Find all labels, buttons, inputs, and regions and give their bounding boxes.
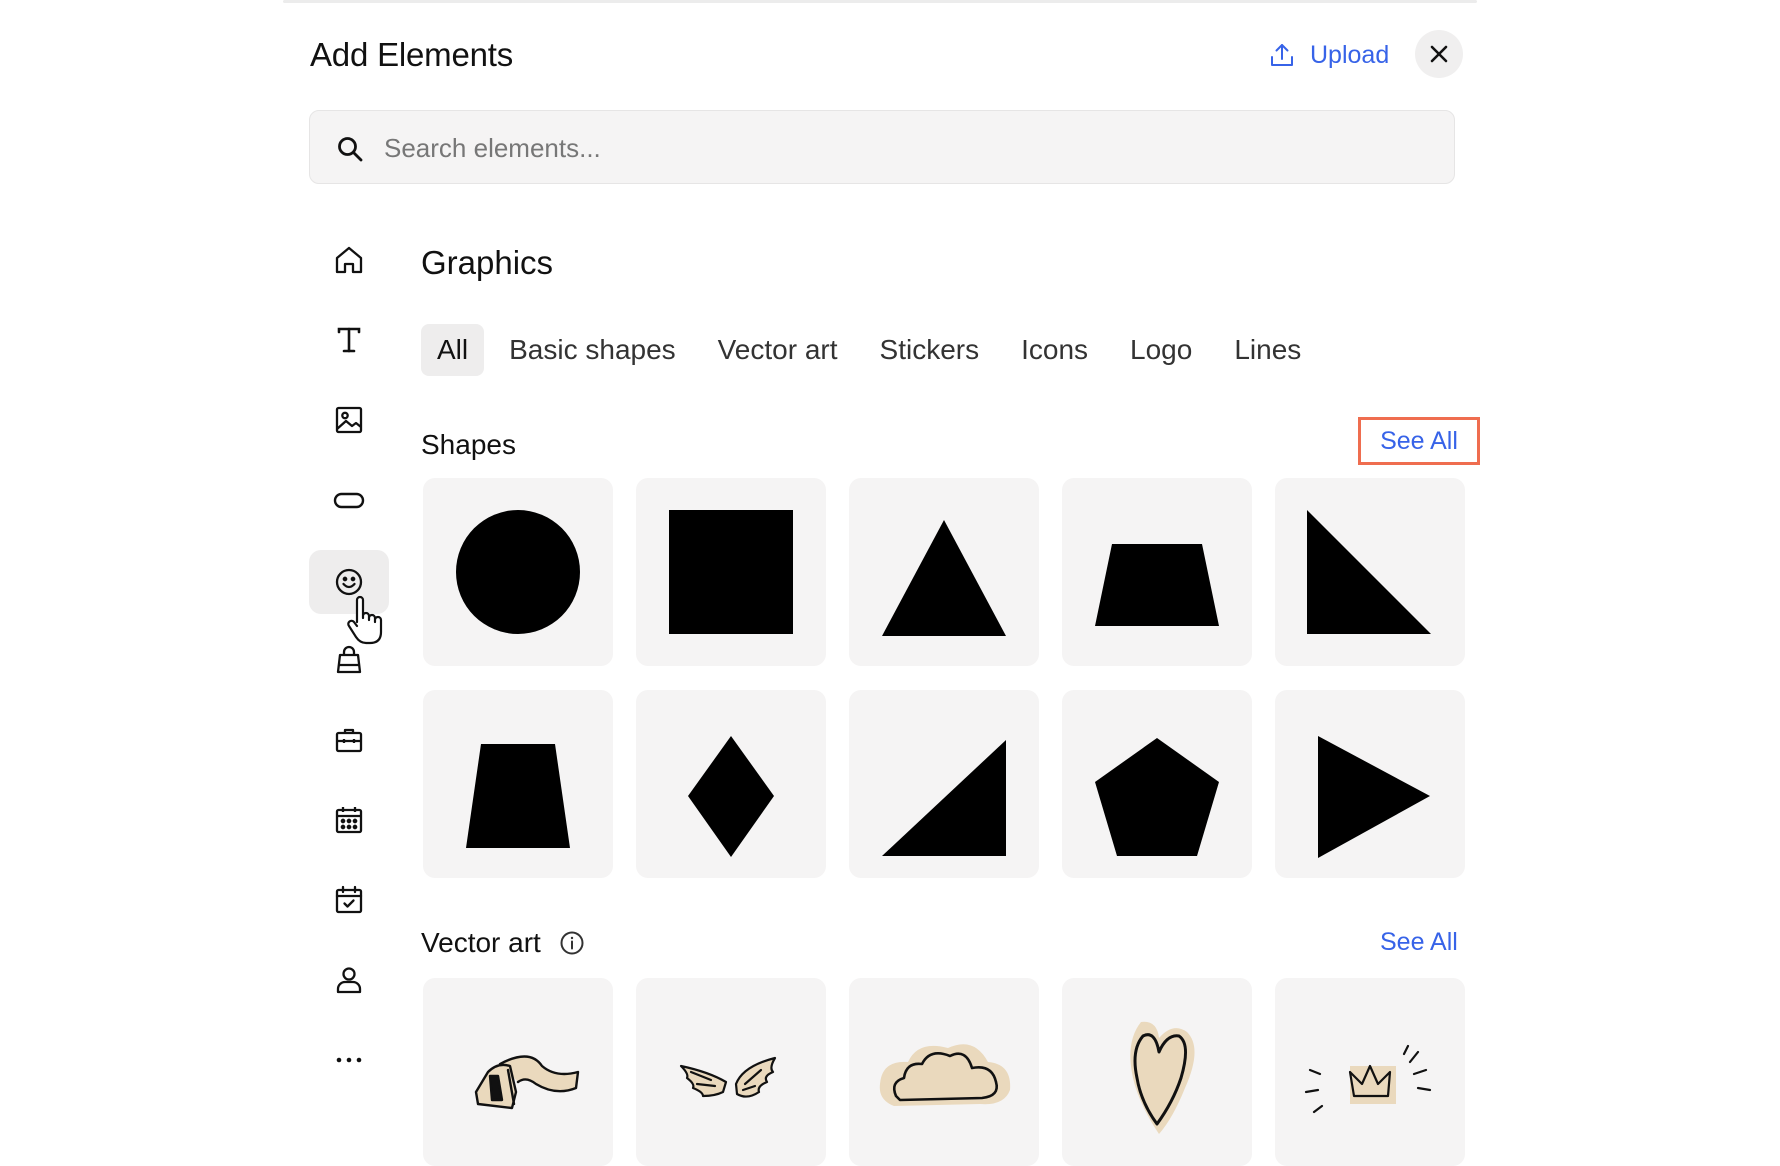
vector-art-tile-wings[interactable] — [636, 978, 826, 1166]
shape-tile-circle[interactable] — [423, 478, 613, 666]
shape-tile-tall-trapezoid[interactable] — [423, 690, 613, 878]
image-icon — [335, 406, 363, 434]
sidebar-item-more[interactable] — [309, 1028, 389, 1092]
tab-logo[interactable]: Logo — [1113, 324, 1209, 376]
search-bar — [309, 110, 1455, 184]
sidebar-item-business[interactable] — [309, 708, 389, 772]
sidebar-item-home[interactable] — [309, 228, 389, 292]
tall-trapezoid-shape — [466, 744, 570, 848]
sidebar-item-button[interactable] — [309, 468, 389, 532]
tab-basic-shapes[interactable]: Basic shapes — [492, 324, 693, 376]
vector-art-title: Vector art — [421, 927, 541, 958]
calendar-grid-icon — [335, 807, 363, 834]
vector-art-see-all-link[interactable]: See All — [1380, 925, 1458, 959]
sidebar-item-bookings[interactable] — [309, 788, 389, 852]
telephone-art — [474, 1055, 580, 1110]
close-icon — [1430, 45, 1448, 63]
panel-top-border — [283, 0, 1477, 3]
play-triangle-shape — [1318, 736, 1430, 858]
vector-art-tile-heart[interactable] — [1062, 978, 1252, 1166]
search-icon — [338, 137, 363, 162]
pentagon-shape — [1095, 738, 1219, 856]
search-input[interactable] — [382, 125, 1426, 171]
shape-tile-diamond[interactable] — [636, 690, 826, 878]
tab-icons[interactable]: Icons — [1004, 324, 1105, 376]
upload-button[interactable]: Upload — [1268, 36, 1389, 74]
shapes-heading: Shapes — [421, 427, 516, 463]
sidebar-item-members[interactable] — [309, 948, 389, 1012]
trapezoid-shape — [1095, 544, 1219, 626]
heart-art — [1130, 1021, 1195, 1134]
sidebar-item-image[interactable] — [309, 388, 389, 452]
upload-icon — [1271, 44, 1293, 66]
diamond-shape — [688, 736, 774, 857]
tab-stickers[interactable]: Stickers — [863, 324, 997, 376]
vector-art-tile-telephone[interactable] — [423, 978, 613, 1166]
sidebar-item-text[interactable] — [309, 308, 389, 372]
tab-vector-art[interactable]: Vector art — [701, 324, 855, 376]
category-tabs: All Basic shapes Vector art Stickers Ico… — [421, 324, 1326, 376]
shape-tile-right-triangle[interactable] — [1275, 478, 1465, 666]
tab-all[interactable]: All — [421, 324, 485, 376]
hand-cursor-icon — [347, 595, 383, 645]
wings-art — [679, 1056, 777, 1098]
shape-tile-trapezoid[interactable] — [1062, 478, 1252, 666]
shape-tile-play-triangle[interactable] — [1275, 690, 1465, 878]
vector-art-tile-cloud[interactable] — [849, 978, 1039, 1166]
cloud-art — [879, 1044, 1011, 1106]
shape-tile-pentagon[interactable] — [1062, 690, 1252, 878]
upload-label: Upload — [1310, 40, 1390, 69]
crown-art — [1304, 1044, 1432, 1114]
button-icon — [333, 492, 365, 509]
sidebar-item-events[interactable] — [309, 868, 389, 932]
shopping-bag-icon — [336, 645, 362, 674]
info-icon[interactable] — [559, 930, 585, 956]
shapes-title: Shapes — [421, 429, 516, 460]
person-icon — [336, 967, 362, 994]
shapes-see-all-link[interactable]: See All — [1358, 417, 1480, 465]
panel-title: Add Elements — [310, 36, 514, 73]
tab-lines[interactable]: Lines — [1217, 324, 1318, 376]
close-button[interactable] — [1415, 30, 1463, 78]
shape-tile-right-triangle-flipped[interactable] — [849, 690, 1039, 878]
shape-tile-triangle[interactable] — [849, 478, 1039, 666]
right-triangle-flipped-shape — [882, 740, 1006, 856]
shape-tile-square[interactable] — [636, 478, 826, 666]
triangle-shape — [882, 520, 1006, 636]
vector-art-heading: Vector art — [421, 925, 585, 961]
home-icon — [335, 246, 363, 274]
vector-art-tile-crown[interactable] — [1275, 978, 1465, 1166]
right-triangle-shape — [1307, 510, 1431, 634]
text-icon — [337, 327, 361, 353]
briefcase-icon — [335, 728, 363, 753]
square-shape — [669, 510, 793, 634]
more-icon — [336, 1057, 362, 1063]
calendar-check-icon — [335, 885, 363, 914]
section-title: Graphics — [421, 244, 554, 281]
circle-shape — [456, 510, 580, 634]
